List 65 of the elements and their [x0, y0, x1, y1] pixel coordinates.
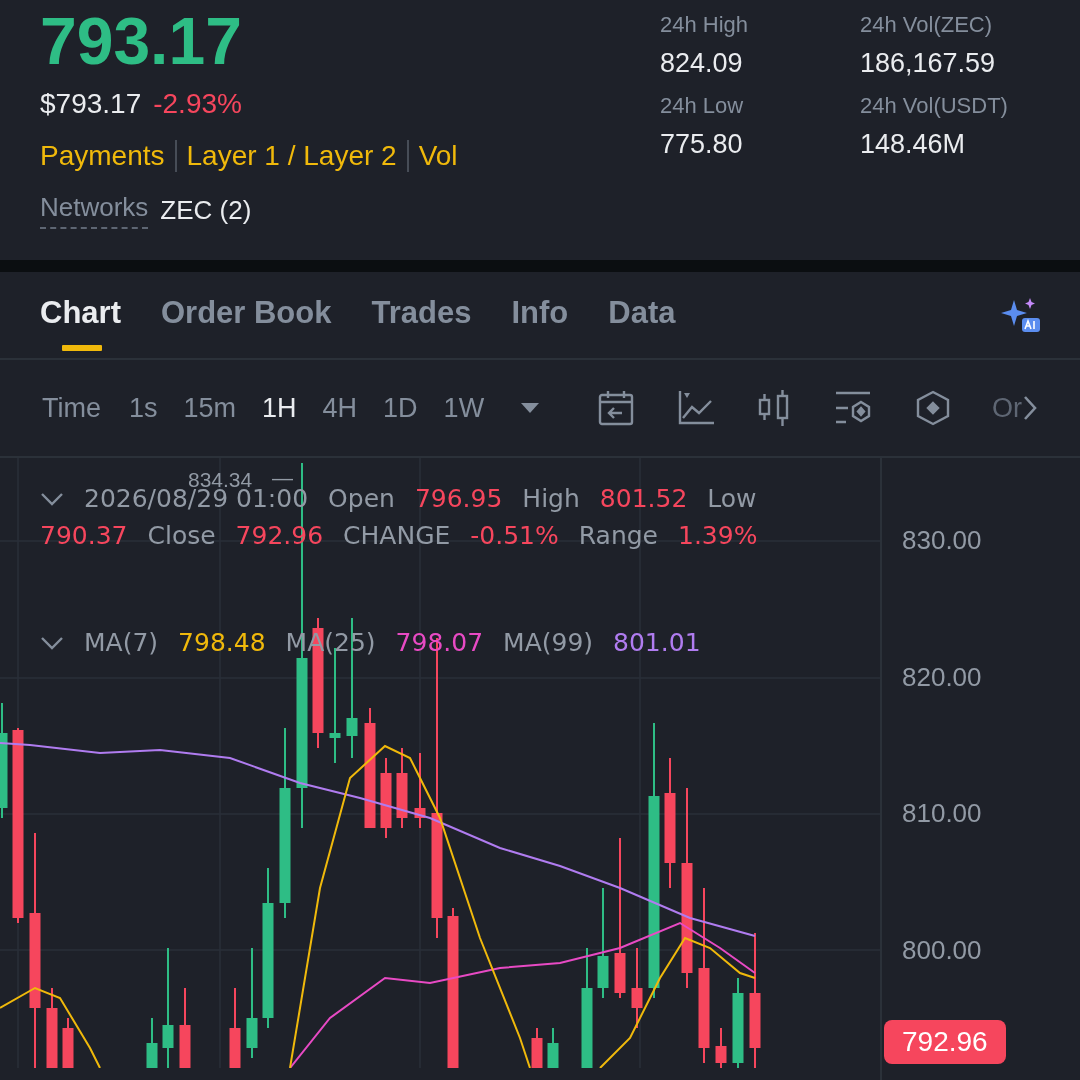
ai-sparkle-icon[interactable] — [1000, 296, 1040, 334]
candlestick — [146, 1017, 158, 1068]
networks-label[interactable]: Networks — [40, 192, 149, 229]
candlestick-icon[interactable] — [758, 390, 791, 426]
more-tools-button[interactable]: Or — [992, 392, 1039, 424]
collapse-chevron-icon[interactable] — [40, 491, 64, 506]
fiat-price: $793.17 — [40, 88, 142, 120]
interval-option[interactable]: 1s — [129, 392, 158, 424]
networks-value: ZEC (2) — [160, 195, 252, 226]
ohlc-label: Low — [707, 484, 757, 513]
chevron-right-icon[interactable] — [1022, 394, 1039, 422]
stat-label: 24h Vol(USDT) — [860, 93, 1009, 119]
ohlc-value: 796.95 — [414, 484, 503, 513]
ohlc-label: CHANGE — [343, 521, 451, 550]
price-axis-label: 820.00 — [902, 661, 982, 693]
interval-option[interactable]: 1H — [262, 392, 297, 424]
caret-icon[interactable] — [520, 402, 541, 414]
interval-option[interactable]: 15m — [183, 392, 237, 424]
candlestick — [547, 1027, 559, 1068]
ma-value: 798.48 — [178, 628, 266, 657]
tab[interactable]: Chart — [40, 282, 121, 348]
calendar-icon[interactable] — [598, 390, 635, 426]
tab[interactable]: Trades — [371, 282, 472, 348]
price-axis-label: 810.00 — [902, 798, 982, 829]
price-axis-label: 800.00 — [902, 934, 982, 966]
tab[interactable]: Order Book — [160, 282, 332, 348]
tab[interactable]: Data — [608, 282, 676, 348]
price-axis-label: 830.00 — [902, 525, 982, 556]
interval-option[interactable]: Time — [42, 392, 101, 424]
ma-label: MA(99) — [503, 628, 594, 657]
stat-value: 148.46M — [860, 129, 967, 160]
candlestick — [62, 1017, 74, 1068]
ohlc-label: High — [522, 484, 580, 513]
stat-label: 24h Vol(ZEC) — [860, 12, 994, 38]
ohlc-value: 790.37 — [40, 521, 128, 550]
hexagon-icon[interactable] — [916, 390, 951, 426]
category-tag[interactable]: Vol — [406, 140, 458, 172]
candlestick — [531, 1027, 543, 1068]
high-marker-line: — — [272, 466, 293, 489]
category-tag[interactable]: Layer 1 / Layer 2 — [174, 140, 397, 172]
stat-value: 775.80 — [660, 129, 744, 160]
price-change: -2.93% — [153, 88, 242, 120]
interval-option[interactable]: 1D — [383, 392, 418, 424]
ohlc-label: Open — [328, 484, 395, 513]
stat-label: 24h Low — [660, 93, 745, 119]
ohlc-label: Range — [578, 521, 658, 550]
ohlc-label: Close — [147, 521, 216, 550]
indicator-settings-icon[interactable] — [834, 391, 873, 425]
stat-value: 824.09 — [660, 48, 744, 79]
ma-value: 801.01 — [613, 628, 701, 657]
ohlc-value: 1.39% — [678, 521, 758, 550]
last-price: 793.17 — [40, 8, 243, 74]
tab[interactable]: Info — [511, 282, 569, 348]
collapse-chevron-icon[interactable] — [40, 635, 64, 650]
candlestick — [715, 1027, 727, 1068]
interval-option[interactable]: 4H — [322, 392, 358, 424]
interval-option[interactable]: 1W — [443, 392, 485, 424]
ohlc-value: 801.52 — [599, 484, 688, 513]
stat-label: 24h High — [660, 12, 750, 38]
stat-value: 186,167.59 — [860, 48, 997, 79]
ma-label: MA(7) — [84, 628, 159, 657]
current-price-badge: 792.96 — [884, 1020, 1006, 1064]
line-chart-icon[interactable] — [678, 391, 715, 425]
ohlc-value: -0.51% — [470, 521, 559, 550]
category-tag[interactable]: Payments — [40, 140, 165, 172]
